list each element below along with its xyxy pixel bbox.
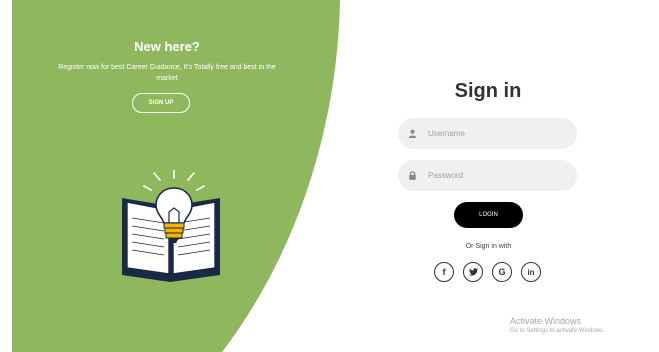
- twitter-bird-icon: [468, 268, 478, 276]
- facebook-icon[interactable]: f: [434, 262, 454, 282]
- register-text: Register now for best Career Guidance, I…: [58, 64, 276, 82]
- password-input[interactable]: [426, 170, 570, 181]
- sign-up-button[interactable]: SIGN UP: [132, 93, 190, 113]
- username-input[interactable]: [426, 128, 570, 139]
- username-field[interactable]: [398, 118, 577, 149]
- facebook-glyph: f: [442, 267, 446, 277]
- activate-windows-title: Activate Windows: [510, 316, 582, 326]
- lock-icon: [409, 171, 416, 180]
- activate-windows-watermark: Activate Windows Go to Settings to activ…: [510, 316, 605, 334]
- google-glyph: G: [498, 267, 506, 277]
- user-icon: [408, 129, 417, 138]
- sign-in-title: Sign in: [454, 80, 522, 102]
- book-lightbulb-icon: [122, 170, 220, 282]
- login-button[interactable]: LOGIN: [454, 202, 523, 228]
- new-here-title: New here?: [134, 39, 200, 54]
- activate-windows-subtitle: Go to Settings to activate Windows.: [510, 328, 605, 334]
- twitter-icon[interactable]: [463, 262, 483, 282]
- linkedin-glyph: in: [527, 267, 535, 277]
- linkedin-icon[interactable]: in: [521, 262, 541, 282]
- or-sign-in-with-text: Or Sign in with: [465, 243, 512, 250]
- password-field[interactable]: [398, 160, 577, 191]
- left-panel: New here? Register now for best Career G…: [12, 0, 342, 352]
- google-icon[interactable]: G: [492, 262, 512, 282]
- page: New here? Register now for best Career G…: [0, 0, 659, 352]
